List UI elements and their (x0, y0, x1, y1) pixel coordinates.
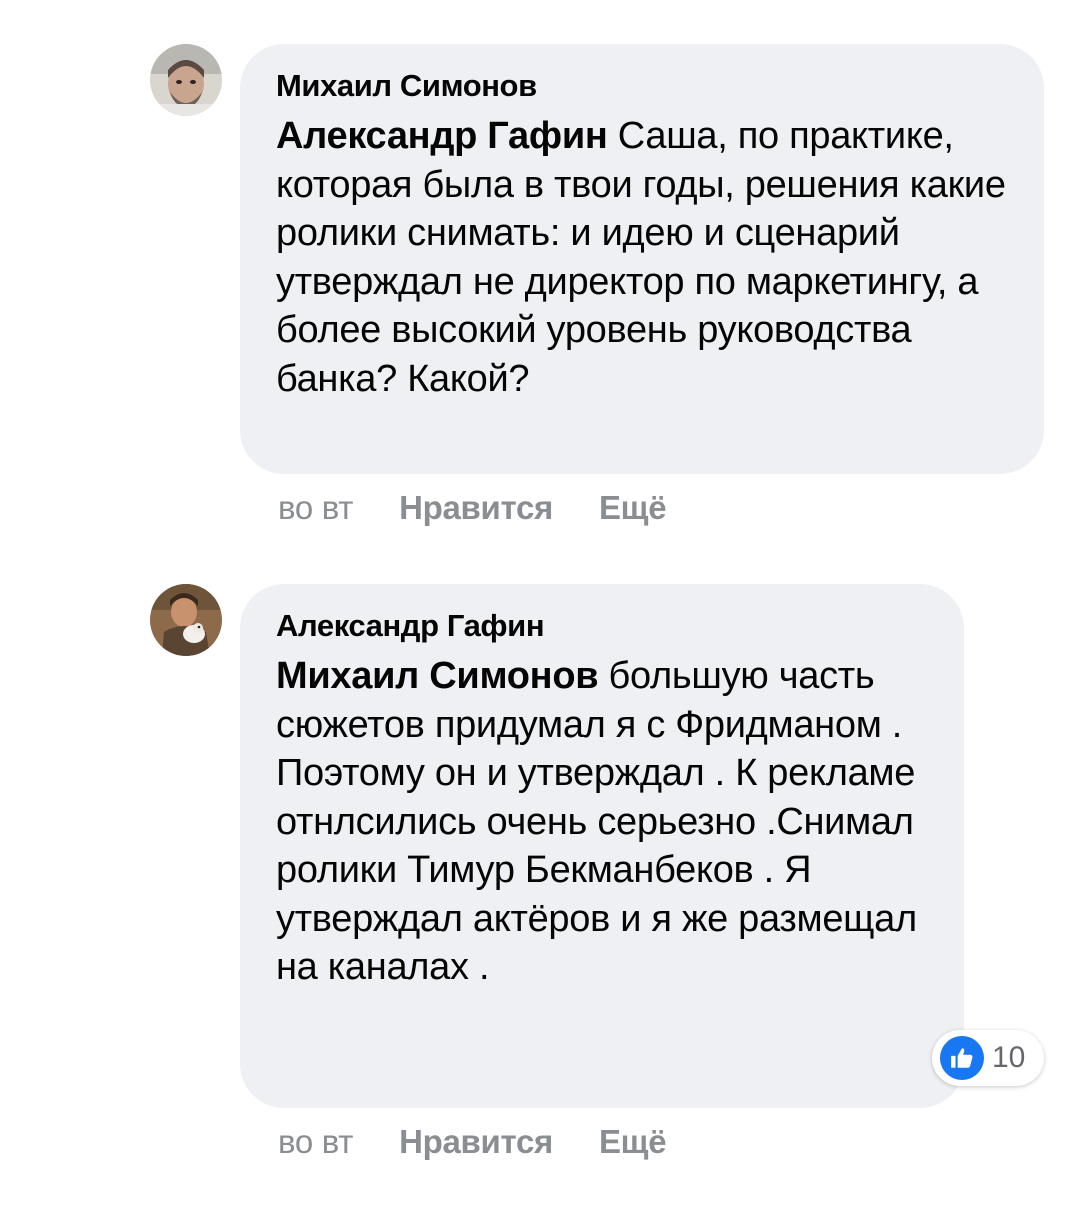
comment-body: большую часть сюжетов придумал я с Фридм… (276, 655, 917, 988)
more-button[interactable]: Ещё (599, 488, 667, 528)
more-button[interactable]: Ещё (599, 1122, 667, 1162)
comment-actions: во вт Нравится Ещё (278, 1122, 712, 1162)
comment-body: Саша, по практике, которая была в твои г… (276, 115, 1006, 400)
comment-actions: во вт Нравится Ещё (278, 488, 712, 528)
comment-text: Александр Гафин Саша, по практике, котор… (276, 112, 1008, 403)
avatar[interactable] (150, 44, 222, 116)
avatar-image (150, 584, 222, 656)
like-button[interactable]: Нравится (399, 488, 553, 528)
avatar-image (150, 44, 222, 116)
comment-author[interactable]: Александр Гафин (276, 606, 928, 646)
avatar[interactable] (150, 584, 222, 656)
comment-text: Михаил Симонов большую часть сюжетов при… (276, 652, 928, 992)
comment-bubble: Александр Гафин Михаил Симонов большую ч… (240, 584, 964, 1108)
reaction-count: 10 (992, 1041, 1026, 1074)
comment-bubble: Михаил Симонов Александр Гафин Саша, по … (240, 44, 1044, 474)
comment-time[interactable]: во вт (278, 1122, 353, 1162)
comment-time[interactable]: во вт (278, 488, 353, 528)
reaction-badge[interactable]: 10 (932, 1030, 1044, 1086)
comment-author[interactable]: Михаил Симонов (276, 66, 1008, 106)
mention-link[interactable]: Александр Гафин (276, 115, 608, 157)
like-button[interactable]: Нравится (399, 1122, 553, 1162)
thumbs-up-icon (951, 1048, 973, 1068)
mention-link[interactable]: Михаил Симонов (276, 655, 599, 697)
like-icon (940, 1036, 984, 1080)
